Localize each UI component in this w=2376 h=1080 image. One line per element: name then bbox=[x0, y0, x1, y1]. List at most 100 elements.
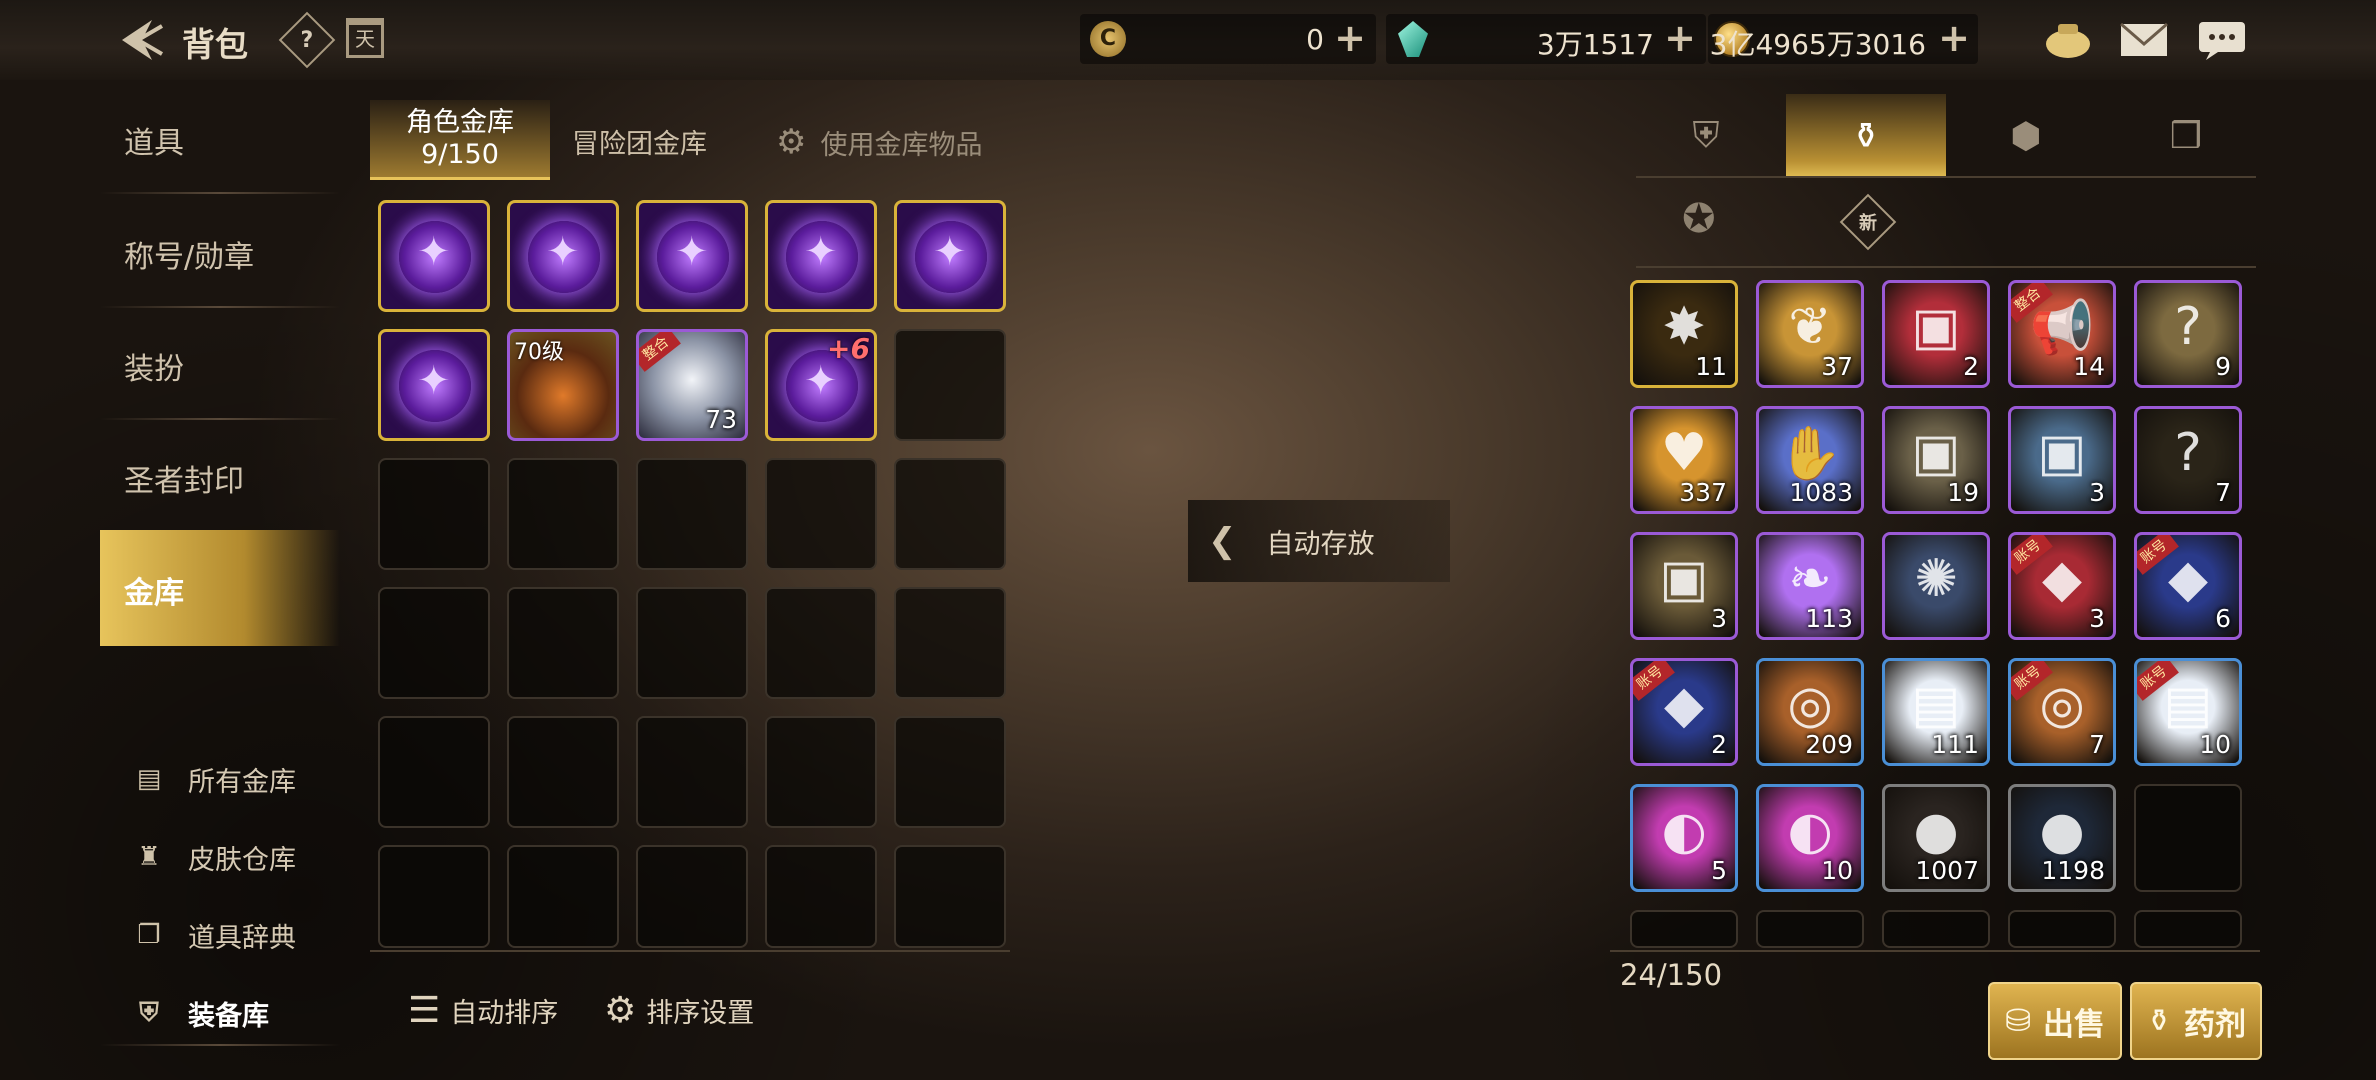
empty-slot[interactable] bbox=[378, 587, 490, 699]
potion-icon: ⚱ bbox=[2146, 1003, 2172, 1039]
inventory-item[interactable]: ◆ 3 账号 bbox=[2008, 532, 2116, 640]
sidebar-item-items[interactable]: 道具 bbox=[100, 118, 340, 162]
sort-settings-button[interactable]: ⚙ 排序设置 bbox=[604, 990, 754, 1031]
empty-slot[interactable] bbox=[507, 845, 619, 948]
empty-slot[interactable] bbox=[636, 716, 748, 828]
tab-character-vault[interactable]: 角色金库 9/150 bbox=[370, 100, 550, 180]
inventory-item[interactable]: ◐ 5 bbox=[1630, 784, 1738, 892]
empty-slot[interactable] bbox=[2008, 910, 2116, 948]
sidebar-item-seal[interactable]: 圣者封印 bbox=[100, 456, 340, 500]
inventory-item[interactable]: ▤ 10 账号 bbox=[2134, 658, 2242, 766]
inventory-item[interactable]: ❧ 113 bbox=[1756, 532, 1864, 640]
empty-slot[interactable] bbox=[1630, 910, 1738, 948]
tab-consumables[interactable]: ⚱ bbox=[1786, 94, 1946, 178]
back-arrow-icon[interactable] bbox=[112, 12, 168, 68]
item-icon: ● bbox=[2039, 801, 2085, 861]
tab-materials[interactable]: ⬢ bbox=[1946, 94, 2106, 178]
tab-cards[interactable]: ❒ bbox=[2106, 94, 2266, 178]
vault-item[interactable]: 70级 bbox=[507, 329, 619, 441]
inventory-item[interactable]: ▣ 19 bbox=[1882, 406, 1990, 514]
add-c-button[interactable]: + bbox=[1334, 16, 1366, 60]
vault-item[interactable] bbox=[507, 200, 619, 312]
empty-slot[interactable] bbox=[894, 587, 1006, 699]
inventory-item[interactable]: ◎ 7 账号 bbox=[2008, 658, 2116, 766]
inventory-item[interactable]: ◐ 10 bbox=[1756, 784, 1864, 892]
inventory-item[interactable]: ◎ 209 bbox=[1756, 658, 1864, 766]
vault-item[interactable] bbox=[378, 329, 490, 441]
vault-item[interactable] bbox=[636, 200, 748, 312]
inventory-item[interactable]: ▣ 2 bbox=[1882, 280, 1990, 388]
empty-slot[interactable] bbox=[765, 716, 877, 828]
inventory-item[interactable]: ▣ 3 bbox=[1630, 532, 1738, 640]
inventory-item[interactable]: ▤ 111 bbox=[1882, 658, 1990, 766]
sell-button[interactable]: ⛁ 出售 bbox=[1988, 982, 2122, 1060]
empty-slot[interactable] bbox=[507, 587, 619, 699]
tab-equipment[interactable]: ⛨ bbox=[1626, 94, 1786, 178]
empty-slot[interactable] bbox=[765, 587, 877, 699]
button-label: 排序设置 bbox=[646, 998, 755, 1029]
inventory-item[interactable]: ● 1007 bbox=[1882, 784, 1990, 892]
empty-slot[interactable] bbox=[894, 458, 1006, 570]
divider bbox=[100, 192, 340, 194]
subnav-item-dictionary[interactable]: ❐ 道具辞典 bbox=[124, 910, 296, 960]
sidebar-item-titles[interactable]: 称号/勋章 bbox=[100, 232, 340, 276]
sidebar-item-costume[interactable]: 装扮 bbox=[100, 344, 340, 388]
calendar-icon[interactable]: 天 bbox=[346, 18, 384, 58]
empty-slot[interactable] bbox=[636, 845, 748, 948]
inventory-item[interactable]: ♥ 337 bbox=[1630, 406, 1738, 514]
tab-team-vault[interactable]: 冒险团金库 bbox=[572, 122, 707, 161]
empty-slot[interactable] bbox=[765, 458, 877, 570]
inventory-item[interactable]: ? 7 bbox=[2134, 406, 2242, 514]
vault-item[interactable]: +6 bbox=[765, 329, 877, 441]
inventory-item[interactable]: ✋ 1083 bbox=[1756, 406, 1864, 514]
subnav-skin-storage[interactable]: ♜ 皮肤仓库 bbox=[124, 832, 296, 882]
subnav-all-vault[interactable]: ▤ 所有金库 bbox=[124, 754, 296, 804]
mail-icon[interactable] bbox=[2118, 16, 2170, 62]
inventory-item[interactable]: ◆ 6 账号 bbox=[2134, 532, 2242, 640]
vault-item[interactable] bbox=[894, 200, 1006, 312]
empty-slot[interactable] bbox=[378, 458, 490, 570]
inventory-item[interactable]: ✸ 11 bbox=[1630, 280, 1738, 388]
inventory-item[interactable]: 📢 14 整合 bbox=[2008, 280, 2116, 388]
pouch-icon[interactable] bbox=[2042, 16, 2094, 62]
potion-button[interactable]: ⚱ 药剂 bbox=[2130, 982, 2262, 1060]
empty-slot[interactable] bbox=[636, 458, 748, 570]
empty-slot[interactable] bbox=[1882, 910, 1990, 948]
auto-store-button[interactable]: ❮ 自动存放 bbox=[1188, 500, 1450, 582]
add-gem-button[interactable]: + bbox=[1664, 16, 1696, 60]
empty-slot[interactable] bbox=[507, 716, 619, 828]
empty-slot[interactable] bbox=[894, 716, 1006, 828]
empty-slot[interactable] bbox=[765, 845, 877, 948]
inventory-item[interactable]: ◆ 2 账号 bbox=[1630, 658, 1738, 766]
vault-item[interactable] bbox=[378, 200, 490, 312]
empty-slot[interactable] bbox=[378, 716, 490, 828]
inventory-item[interactable]: ● 1198 bbox=[2008, 784, 2116, 892]
empty-slot[interactable] bbox=[2134, 910, 2242, 948]
vault-item[interactable]: 73 整合 bbox=[636, 329, 748, 441]
vault-item[interactable] bbox=[765, 200, 877, 312]
auto-sort-button[interactable]: ☰ 自动排序 bbox=[408, 990, 558, 1031]
add-gold-button[interactable]: + bbox=[1938, 16, 1970, 60]
empty-slot[interactable] bbox=[636, 587, 748, 699]
button-label: 药剂 bbox=[2183, 1006, 2246, 1043]
empty-slot[interactable] bbox=[1756, 910, 1864, 948]
sidebar-item-vault[interactable]: 金库 bbox=[100, 568, 340, 612]
empty-slot[interactable] bbox=[894, 329, 1006, 441]
empty-slot[interactable] bbox=[894, 845, 1006, 948]
item-count: 113 bbox=[1805, 604, 1853, 633]
empty-slot[interactable] bbox=[378, 845, 490, 948]
empty-slot[interactable] bbox=[2134, 784, 2242, 892]
inventory-item[interactable]: ▣ 3 bbox=[2008, 406, 2116, 514]
chat-icon[interactable] bbox=[2196, 16, 2248, 62]
tab-use-vault-items[interactable]: ⚙ 使用金库物品 bbox=[776, 122, 982, 162]
empty-slot[interactable] bbox=[507, 458, 619, 570]
coin-stack-icon: ⛁ bbox=[2005, 1003, 2031, 1039]
item-count: 9 bbox=[2215, 352, 2231, 381]
inventory-item[interactable]: ✺ bbox=[1882, 532, 1990, 640]
item-icon: ◐ bbox=[1661, 801, 1707, 861]
item-icon: ♥ bbox=[1660, 423, 1708, 483]
inventory-item[interactable]: ? 9 bbox=[2134, 280, 2242, 388]
pentagram-icon[interactable]: ✪ bbox=[1682, 196, 1716, 242]
subnav-equipment-storage[interactable]: ⛨ 装备库 bbox=[124, 988, 269, 1038]
inventory-item[interactable]: ❦ 37 bbox=[1756, 280, 1864, 388]
